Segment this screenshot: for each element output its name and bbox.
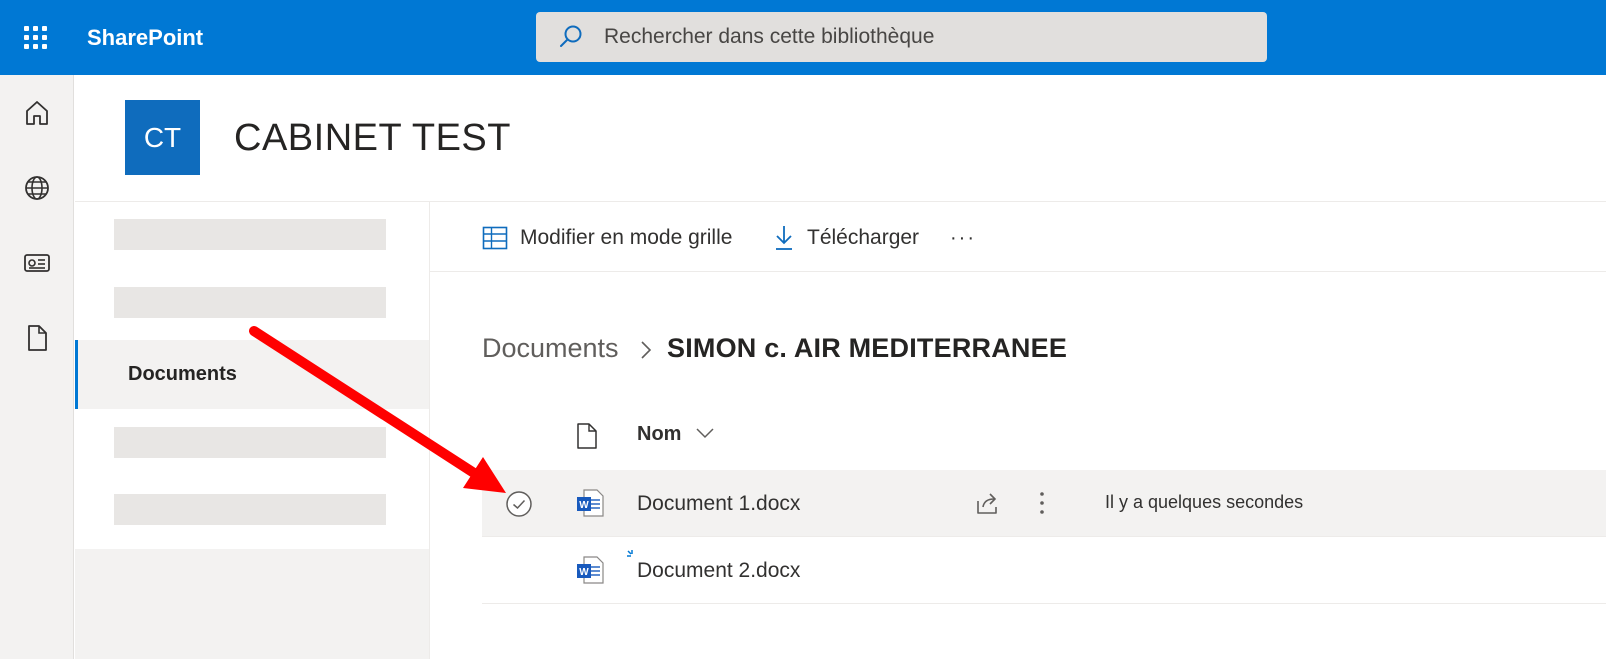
more-vertical-icon[interactable] bbox=[1037, 490, 1047, 516]
nav-placeholder bbox=[114, 494, 386, 525]
grid-icon bbox=[482, 226, 508, 250]
file-name[interactable]: Document 2.docx bbox=[637, 559, 800, 583]
globe-icon[interactable] bbox=[22, 173, 52, 203]
breadcrumb-documents[interactable]: Documents bbox=[482, 333, 619, 364]
search-input[interactable] bbox=[604, 12, 1244, 62]
more-actions-button[interactable]: ··· bbox=[950, 222, 976, 254]
site-navigation: Documents bbox=[75, 202, 430, 659]
chevron-right-icon bbox=[641, 341, 652, 359]
file-type-header-icon[interactable] bbox=[575, 422, 599, 450]
nav-panel: Documents bbox=[75, 202, 430, 549]
nav-item-documents[interactable]: Documents bbox=[75, 340, 430, 409]
nav-item-label: Documents bbox=[128, 363, 237, 385]
share-icon[interactable] bbox=[975, 490, 1001, 516]
list-header: Nom bbox=[482, 409, 1606, 461]
site-title[interactable]: CABINET TEST bbox=[234, 117, 511, 160]
app-rail bbox=[0, 75, 74, 659]
word-document-icon: W bbox=[577, 489, 604, 517]
home-icon[interactable] bbox=[22, 98, 52, 128]
nav-placeholder bbox=[114, 219, 386, 250]
word-document-icon: W bbox=[577, 556, 604, 584]
search-icon bbox=[560, 25, 582, 47]
file-name[interactable]: Document 1.docx bbox=[637, 492, 800, 516]
file-icon[interactable] bbox=[22, 323, 52, 353]
svg-text:W: W bbox=[579, 500, 589, 511]
download-icon bbox=[776, 226, 792, 250]
row-select-checkbox[interactable] bbox=[504, 489, 534, 519]
download-button[interactable]: Télécharger bbox=[773, 222, 919, 254]
suite-bar: SharePoint bbox=[0, 0, 1606, 75]
app-name[interactable]: SharePoint bbox=[87, 25, 203, 51]
column-name-header[interactable]: Nom bbox=[637, 423, 681, 446]
nav-placeholder bbox=[114, 287, 386, 318]
edit-grid-view-button[interactable]: Modifier en mode grille bbox=[482, 222, 732, 254]
svg-text:W: W bbox=[579, 567, 589, 578]
app-launcher-icon[interactable] bbox=[22, 24, 50, 52]
list-item[interactable]: W Document 2.docx bbox=[482, 537, 1606, 604]
chevron-down-icon[interactable] bbox=[695, 426, 715, 440]
breadcrumb-current-folder: SIMON c. AIR MEDITERRANEE bbox=[667, 333, 1068, 363]
news-icon[interactable] bbox=[22, 248, 52, 278]
modified-date: Il y a quelques secondes bbox=[1105, 492, 1304, 512]
edit-grid-label: Modifier en mode grille bbox=[520, 226, 733, 249]
command-bar: Modifier en mode grille Télécharger ··· bbox=[430, 202, 1606, 272]
download-label: Télécharger bbox=[807, 226, 920, 249]
list-item[interactable]: W Document 1.docx Il y a quelques second… bbox=[482, 470, 1606, 537]
nav-placeholder bbox=[114, 427, 386, 458]
site-logo[interactable]: CT bbox=[125, 100, 200, 175]
search-box[interactable] bbox=[536, 12, 1267, 62]
